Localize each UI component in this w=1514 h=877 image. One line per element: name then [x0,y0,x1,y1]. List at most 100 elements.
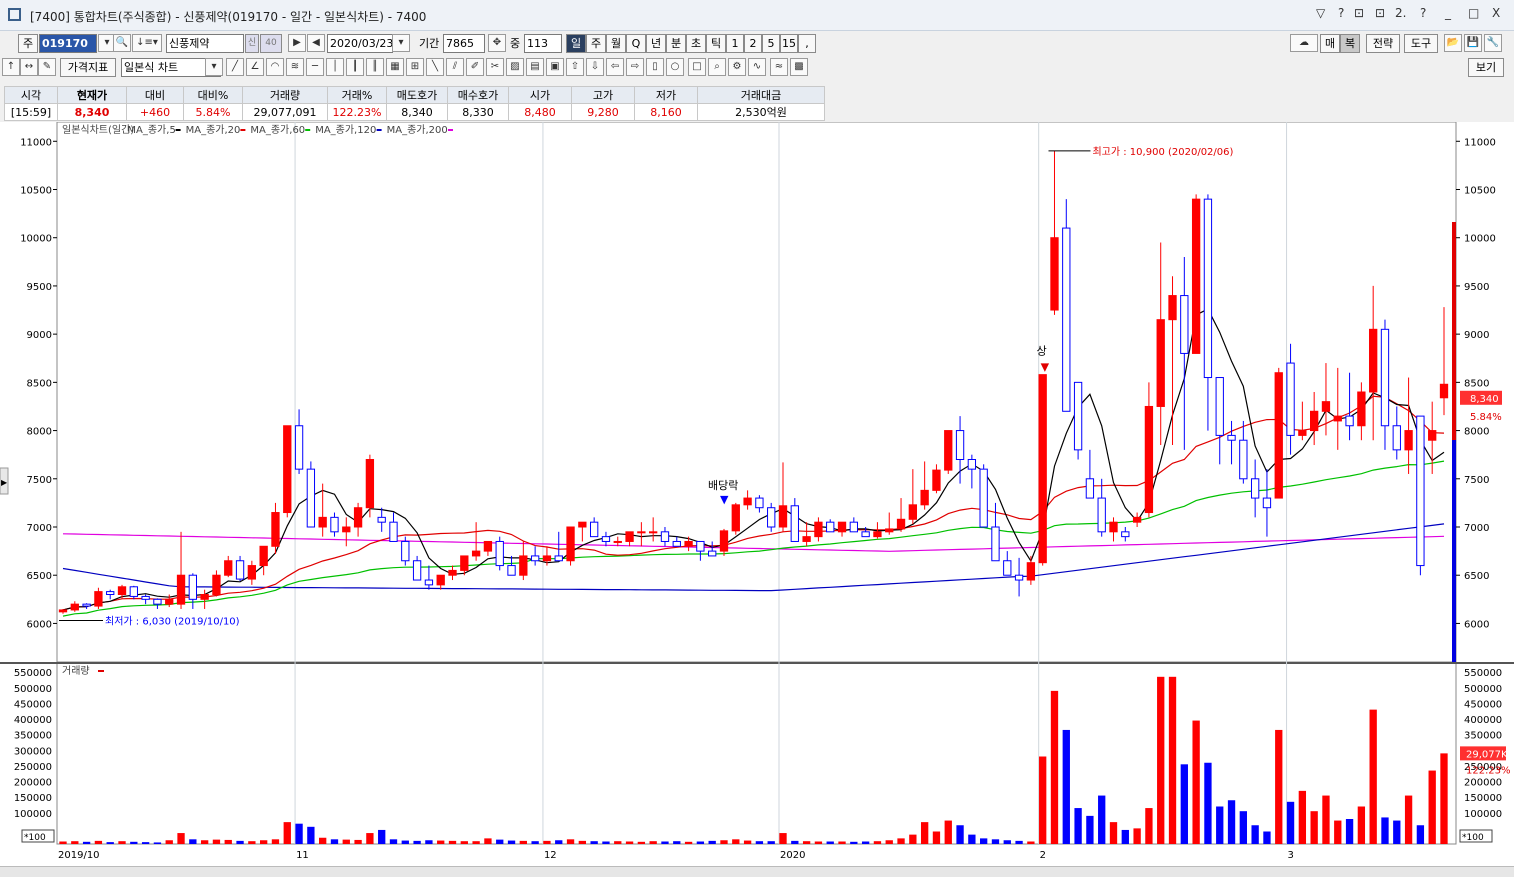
horizontal-arrows-icon[interactable]: ↔ [20,58,38,76]
chart-area[interactable]: 2019/10 11 12 2020 2 3 6000 6000 6500 6500 7000 700… [0,121,1514,867]
draw-rect-icon[interactable]: □ [688,58,706,76]
next-arrow-icon[interactable]: ▶ [288,34,306,52]
candle-body [1439,383,1449,399]
tab-minute[interactable]: 분 [666,34,686,53]
draw-up-icon[interactable]: ⇧ [566,58,584,76]
period-spin-icon[interactable]: ✥ [488,34,506,52]
draw-wave-icon[interactable]: ∿ [748,58,766,76]
draw-box-icon[interactable]: ⊞ [406,58,424,76]
tab-15[interactable]: 15 [780,34,798,53]
price-tick-left: 8500 [27,378,52,389]
draw-parallel-icon[interactable]: ⫽ [446,58,464,76]
search-icon[interactable]: 🔍 [113,34,131,52]
maximize-button[interactable]: □ [1468,6,1479,20]
draw-select-icon[interactable]: ▣ [546,58,564,76]
chart-type-dropdown-icon[interactable]: ▾ [205,58,223,76]
tools-button[interactable]: 도구 [1404,34,1438,53]
edit-icon[interactable]: ✎ [38,58,56,76]
strategy-button[interactable]: 전략 [1366,34,1400,53]
open-folder-icon[interactable]: 📂 [1444,34,1462,52]
draw-list-icon[interactable]: ▤ [526,58,544,76]
count-label: 중 [510,37,521,50]
dividend-marker: 배당락 [708,479,738,492]
draw-erase-icon[interactable]: ▩ [790,58,808,76]
draw-down-icon[interactable]: ⇩ [586,58,604,76]
draw-config-icon[interactable]: ⚙ [728,58,746,76]
minimize-button[interactable]: _ [1445,6,1451,20]
prev-arrow-icon[interactable]: ◀ [307,34,325,52]
draw-hline-icon[interactable]: ─ [306,58,324,76]
tab-5[interactable]: 5 [762,34,780,53]
volume-bar [779,833,787,844]
tab-2[interactable]: 2 [744,34,762,53]
candle-body [908,504,918,520]
window-control-3[interactable]: ⊡ [1354,6,1364,20]
draw-grid-icon[interactable]: ▦ [386,58,404,76]
draw-circle-icon[interactable]: ○ [666,58,684,76]
candle-body [1333,415,1342,422]
window-control-help[interactable]: ? [1338,6,1344,20]
draw-channel-icon[interactable]: ║ [366,58,384,76]
draw-pen-icon[interactable]: ✐ [466,58,484,76]
tab-second[interactable]: 초 [686,34,706,53]
volume-bar [1393,820,1401,844]
tab-quarterly[interactable]: Q [626,34,646,53]
badge-credit: 신 [245,34,259,53]
price-tick-left: 8000 [27,427,52,438]
draw-left-icon[interactable]: ⇦ [606,58,624,76]
volume-bar [1015,840,1023,844]
sort-icon[interactable]: ↓≡▾ [132,34,162,52]
candle-body [129,586,138,597]
tab-yearly[interactable]: 년 [646,34,666,53]
window-control-1[interactable]: ▽ [1316,6,1325,20]
tab-tick[interactable]: 틱 [706,34,726,53]
close-button[interactable]: X [1492,6,1500,20]
view-button[interactable]: 보기 [1468,58,1504,77]
draw-diag-icon[interactable]: ╲ [426,58,444,76]
tab-custom[interactable]: , [798,34,816,53]
draw-cut-icon[interactable]: ✂ [486,58,504,76]
price-indicator-button[interactable]: 가격지표 [60,58,116,77]
draw-approx-icon[interactable]: ≈ [770,58,788,76]
save-icon[interactable]: 💾 [1464,34,1482,52]
candle-body [389,521,398,542]
draw-zoom-icon[interactable]: ⌕ [708,58,726,76]
volume-bar [885,840,893,844]
draw-vline-icon[interactable]: │ [326,58,344,76]
period-input[interactable]: 7865 [443,34,485,53]
volume-tick-left: 400000 [14,715,52,726]
chart-svg[interactable]: 2019/10 11 12 2020 2 3 6000 6000 6500 6500 7000 700… [0,121,1514,867]
settings-wrench-icon[interactable]: 🔧 [1484,34,1502,52]
cloud-icon[interactable]: ☁ [1290,34,1318,52]
stock-code-input[interactable]: 019170 [39,34,97,53]
candle-body [767,507,776,528]
tab-daily[interactable]: 일 [566,34,586,53]
buy-sell-button[interactable]: 매 [1320,34,1340,53]
draw-right-icon[interactable]: ⇨ [626,58,644,76]
up-arrow-icon[interactable]: ↑ [2,58,20,76]
draw-line-icon[interactable]: ╱ [226,58,244,76]
volume-bar [826,841,834,844]
draw-angle-icon[interactable]: ∠ [246,58,264,76]
multi-button[interactable]: 복 [1340,34,1360,53]
volume-bar [1286,801,1295,844]
window-control-5[interactable]: 2. [1395,6,1406,20]
market-selector[interactable]: 주 [18,34,38,53]
draw-arc-icon[interactable]: ◠ [266,58,284,76]
draw-fan-icon[interactable]: ≋ [286,58,304,76]
quote-low: 8,160 [634,103,698,121]
tab-weekly[interactable]: 주 [586,34,606,53]
date-input[interactable]: 2020/03/23 [327,34,393,53]
high-annotation: 최고가 : 10,900 (2020/02/06) [1092,146,1233,158]
draw-text-icon[interactable]: ▯ [646,58,664,76]
draw-vbar-icon[interactable]: ┃ [346,58,364,76]
tab-1[interactable]: 1 [726,34,744,53]
volume-bar [1098,795,1106,844]
draw-fill-icon[interactable]: ▨ [506,58,524,76]
tab-monthly[interactable]: 월 [606,34,626,53]
price-tick-right: 8000 [1464,427,1489,438]
window-control-4[interactable]: ⊡ [1375,6,1385,20]
window-control-6[interactable]: ? [1420,6,1426,20]
count-input[interactable]: 113 [524,34,562,53]
calendar-dropdown-icon[interactable]: ▾ [392,34,410,52]
